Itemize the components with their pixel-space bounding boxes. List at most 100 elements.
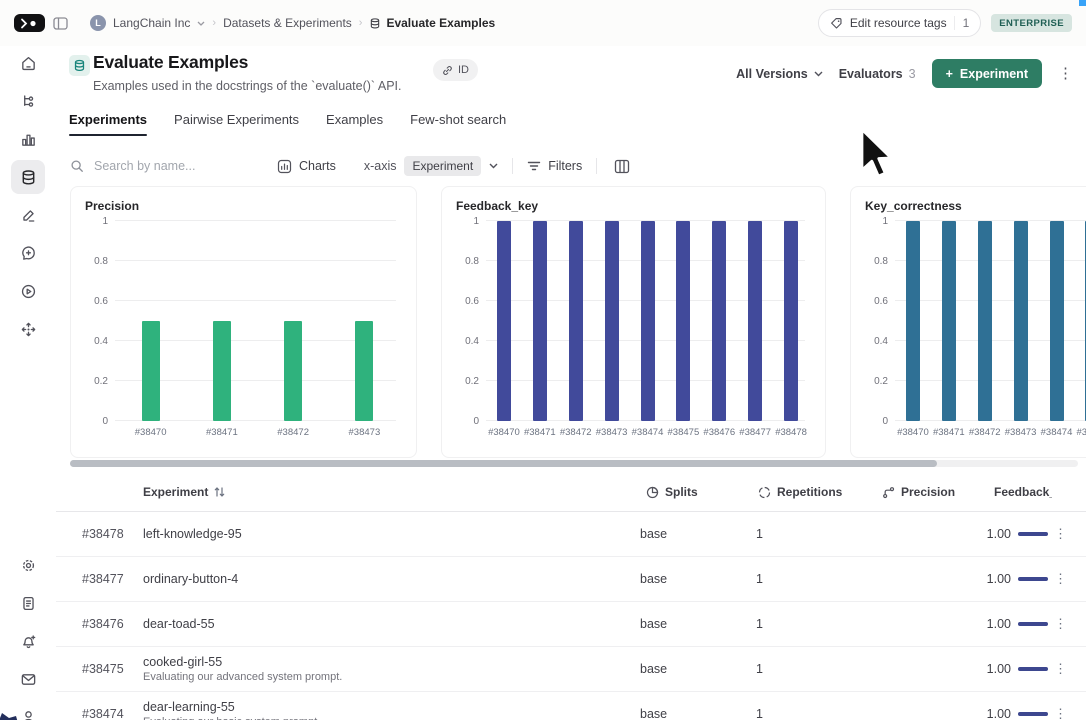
experiment-name-cell[interactable]: cooked-girl-55 Evaluating our advanced sy… bbox=[143, 647, 342, 691]
sidebar-toggle-icon[interactable] bbox=[53, 16, 68, 30]
main-content: Evaluate Examples ID Examples used in th… bbox=[56, 46, 1086, 720]
table-row-38477[interactable]: #38477 ordinary-button-4 base 1 1.00 ⋮ bbox=[56, 557, 1086, 602]
y-tick-label: 1 bbox=[102, 216, 108, 227]
filters-button[interactable]: Filters bbox=[527, 159, 582, 173]
edit-resource-tags-label: Edit resource tags bbox=[849, 16, 947, 30]
bar-#38471[interactable] bbox=[212, 321, 231, 421]
sidebar-item-datasets[interactable] bbox=[11, 160, 45, 194]
x-axis-value[interactable]: Experiment bbox=[404, 156, 482, 176]
breadcrumb-separator: › bbox=[212, 17, 217, 29]
sidebar-bottom bbox=[0, 548, 56, 720]
x-axis-label: x-axis bbox=[363, 159, 397, 173]
column-header-repetitions[interactable]: Repetitions bbox=[758, 473, 842, 511]
splits-cell: base bbox=[640, 527, 668, 541]
sidebar-item-annotation-queues[interactable] bbox=[11, 198, 45, 232]
search-icon bbox=[71, 160, 83, 172]
sidebar-item-playground[interactable] bbox=[11, 274, 45, 308]
splits-cell: base bbox=[640, 662, 668, 676]
sidebar-item-docs[interactable] bbox=[11, 586, 45, 620]
bar-#38474[interactable] bbox=[1049, 221, 1064, 421]
sidebar-item-tracing[interactable] bbox=[11, 84, 45, 118]
tab-experiments[interactable]: Experiments bbox=[69, 112, 148, 136]
copy-id-button[interactable]: ID bbox=[433, 59, 478, 81]
breadcrumb-page[interactable]: Evaluate Examples bbox=[369, 16, 495, 30]
row-overflow-menu[interactable]: ⋮ bbox=[1054, 602, 1067, 646]
bar-#38475[interactable] bbox=[676, 221, 691, 421]
bar-#38472[interactable] bbox=[977, 221, 992, 421]
column-label: Feedback_key bbox=[994, 485, 1052, 499]
dataset-icon-badge bbox=[69, 55, 90, 76]
bar-#38470[interactable] bbox=[496, 221, 511, 421]
horizontal-scrollbar[interactable] bbox=[70, 460, 1078, 467]
scrollbar-thumb[interactable] bbox=[70, 460, 937, 467]
new-experiment-button[interactable]: + Experiment bbox=[931, 59, 1042, 88]
gridline bbox=[115, 300, 396, 301]
page-subtitle: Examples used in the docstrings of the `… bbox=[93, 79, 402, 93]
bar-#38471[interactable] bbox=[941, 221, 956, 421]
experiment-name-cell[interactable]: ordinary-button-4 bbox=[143, 557, 238, 601]
bar-#38473[interactable] bbox=[355, 321, 374, 421]
columns-button[interactable] bbox=[611, 155, 633, 177]
sidebar-item-prompts[interactable] bbox=[11, 236, 45, 270]
experiment-name-cell[interactable]: left-knowledge-95 bbox=[143, 512, 242, 556]
row-overflow-menu[interactable]: ⋮ bbox=[1054, 692, 1067, 720]
org-avatar[interactable]: L bbox=[90, 15, 106, 31]
experiment-name-cell[interactable]: dear-toad-55 bbox=[143, 602, 215, 646]
x-tick-label: #38473 bbox=[348, 427, 381, 438]
bar-#38470[interactable] bbox=[141, 321, 160, 421]
bar-#38473[interactable] bbox=[1013, 221, 1028, 421]
row-overflow-menu[interactable]: ⋮ bbox=[1054, 512, 1067, 556]
langsmith-logo[interactable] bbox=[14, 14, 45, 32]
chevron-down-icon[interactable] bbox=[489, 163, 498, 169]
bar-#38472[interactable] bbox=[284, 321, 303, 421]
database-icon bbox=[371, 17, 380, 29]
row-overflow-menu[interactable]: ⋮ bbox=[1054, 647, 1067, 691]
bar-#38473[interactable] bbox=[604, 221, 619, 421]
experiment-description: Evaluating our advanced system prompt. bbox=[143, 671, 343, 683]
evaluators-button[interactable]: Evaluators 3 bbox=[839, 67, 916, 81]
table-row-38475[interactable]: #38475 cooked-girl-55 Evaluating our advan… bbox=[56, 647, 1086, 692]
sidebar-item-mail[interactable] bbox=[11, 662, 45, 696]
tab-pairwise-experiments[interactable]: Pairwise Experiments bbox=[174, 112, 299, 136]
x-tick-label: #38471 bbox=[932, 427, 965, 438]
sidebar-item-notifications[interactable] bbox=[11, 624, 45, 658]
sidebar-item-home[interactable] bbox=[11, 46, 45, 80]
bar-#38474[interactable] bbox=[640, 221, 655, 421]
column-header-experiment[interactable]: Experiment bbox=[143, 473, 225, 511]
experiment-id: #38475 bbox=[82, 662, 124, 676]
x-tick-label: #38478 bbox=[775, 427, 807, 438]
column-header-precision[interactable]: Precision bbox=[882, 473, 955, 511]
breadcrumb-org[interactable]: LangChain Inc bbox=[113, 16, 190, 30]
all-versions-dropdown[interactable]: All Versions bbox=[736, 67, 823, 81]
breadcrumb-section[interactable]: Datasets & Experiments bbox=[223, 16, 352, 30]
column-header-splits[interactable]: Splits bbox=[646, 473, 698, 511]
charts-toggle[interactable]: Charts bbox=[277, 159, 336, 174]
chart-card-feedback_key: Feedback_key 0 0.2 0.4 0.6 0.8 1 #38470 #38471 #3… bbox=[441, 186, 826, 458]
bar-#38478[interactable] bbox=[784, 221, 799, 421]
sidebar-item-deployments[interactable] bbox=[11, 312, 45, 346]
bar-#38472[interactable] bbox=[568, 221, 583, 421]
tab-examples[interactable]: Examples bbox=[326, 112, 383, 136]
tab-few-shot-search[interactable]: Few-shot search bbox=[410, 112, 506, 136]
search-input[interactable] bbox=[92, 158, 236, 174]
bar-#38476[interactable] bbox=[712, 221, 727, 421]
bar-#38471[interactable] bbox=[532, 221, 547, 421]
tag-icon bbox=[830, 17, 842, 29]
play-circle-icon bbox=[21, 284, 35, 298]
table-row-38474[interactable]: #38474 dear-learning-55 Evaluating our bas… bbox=[56, 692, 1086, 720]
sidebar-item-monitoring[interactable] bbox=[11, 122, 45, 156]
bar-#38470[interactable] bbox=[905, 221, 920, 421]
table-row-38476[interactable]: #38476 dear-toad-55 base 1 1.00 ⋮ bbox=[56, 602, 1086, 647]
langsmith-dataset-page: L LangChain Inc › Datasets & Experiments… bbox=[0, 0, 1086, 720]
bar-#38477[interactable] bbox=[748, 221, 763, 421]
experiment-name-cell[interactable]: dear-learning-55 Evaluating our basic sys… bbox=[143, 692, 320, 720]
table-row-38478[interactable]: #38478 left-knowledge-95 base 1 1.00 ⋮ bbox=[56, 512, 1086, 557]
edit-resource-tags-button[interactable]: Edit resource tags 1 bbox=[817, 9, 982, 37]
chevron-down-icon[interactable] bbox=[197, 21, 205, 26]
sort-icon[interactable] bbox=[214, 486, 225, 498]
row-overflow-menu[interactable]: ⋮ bbox=[1054, 557, 1067, 601]
header-overflow-menu[interactable]: ⋮ bbox=[1058, 66, 1073, 81]
sidebar-item-settings[interactable] bbox=[11, 548, 45, 582]
column-header-feedback-key[interactable]: Feedback_key bbox=[994, 473, 1052, 511]
feedback-value: 1.00 bbox=[986, 707, 1011, 720]
